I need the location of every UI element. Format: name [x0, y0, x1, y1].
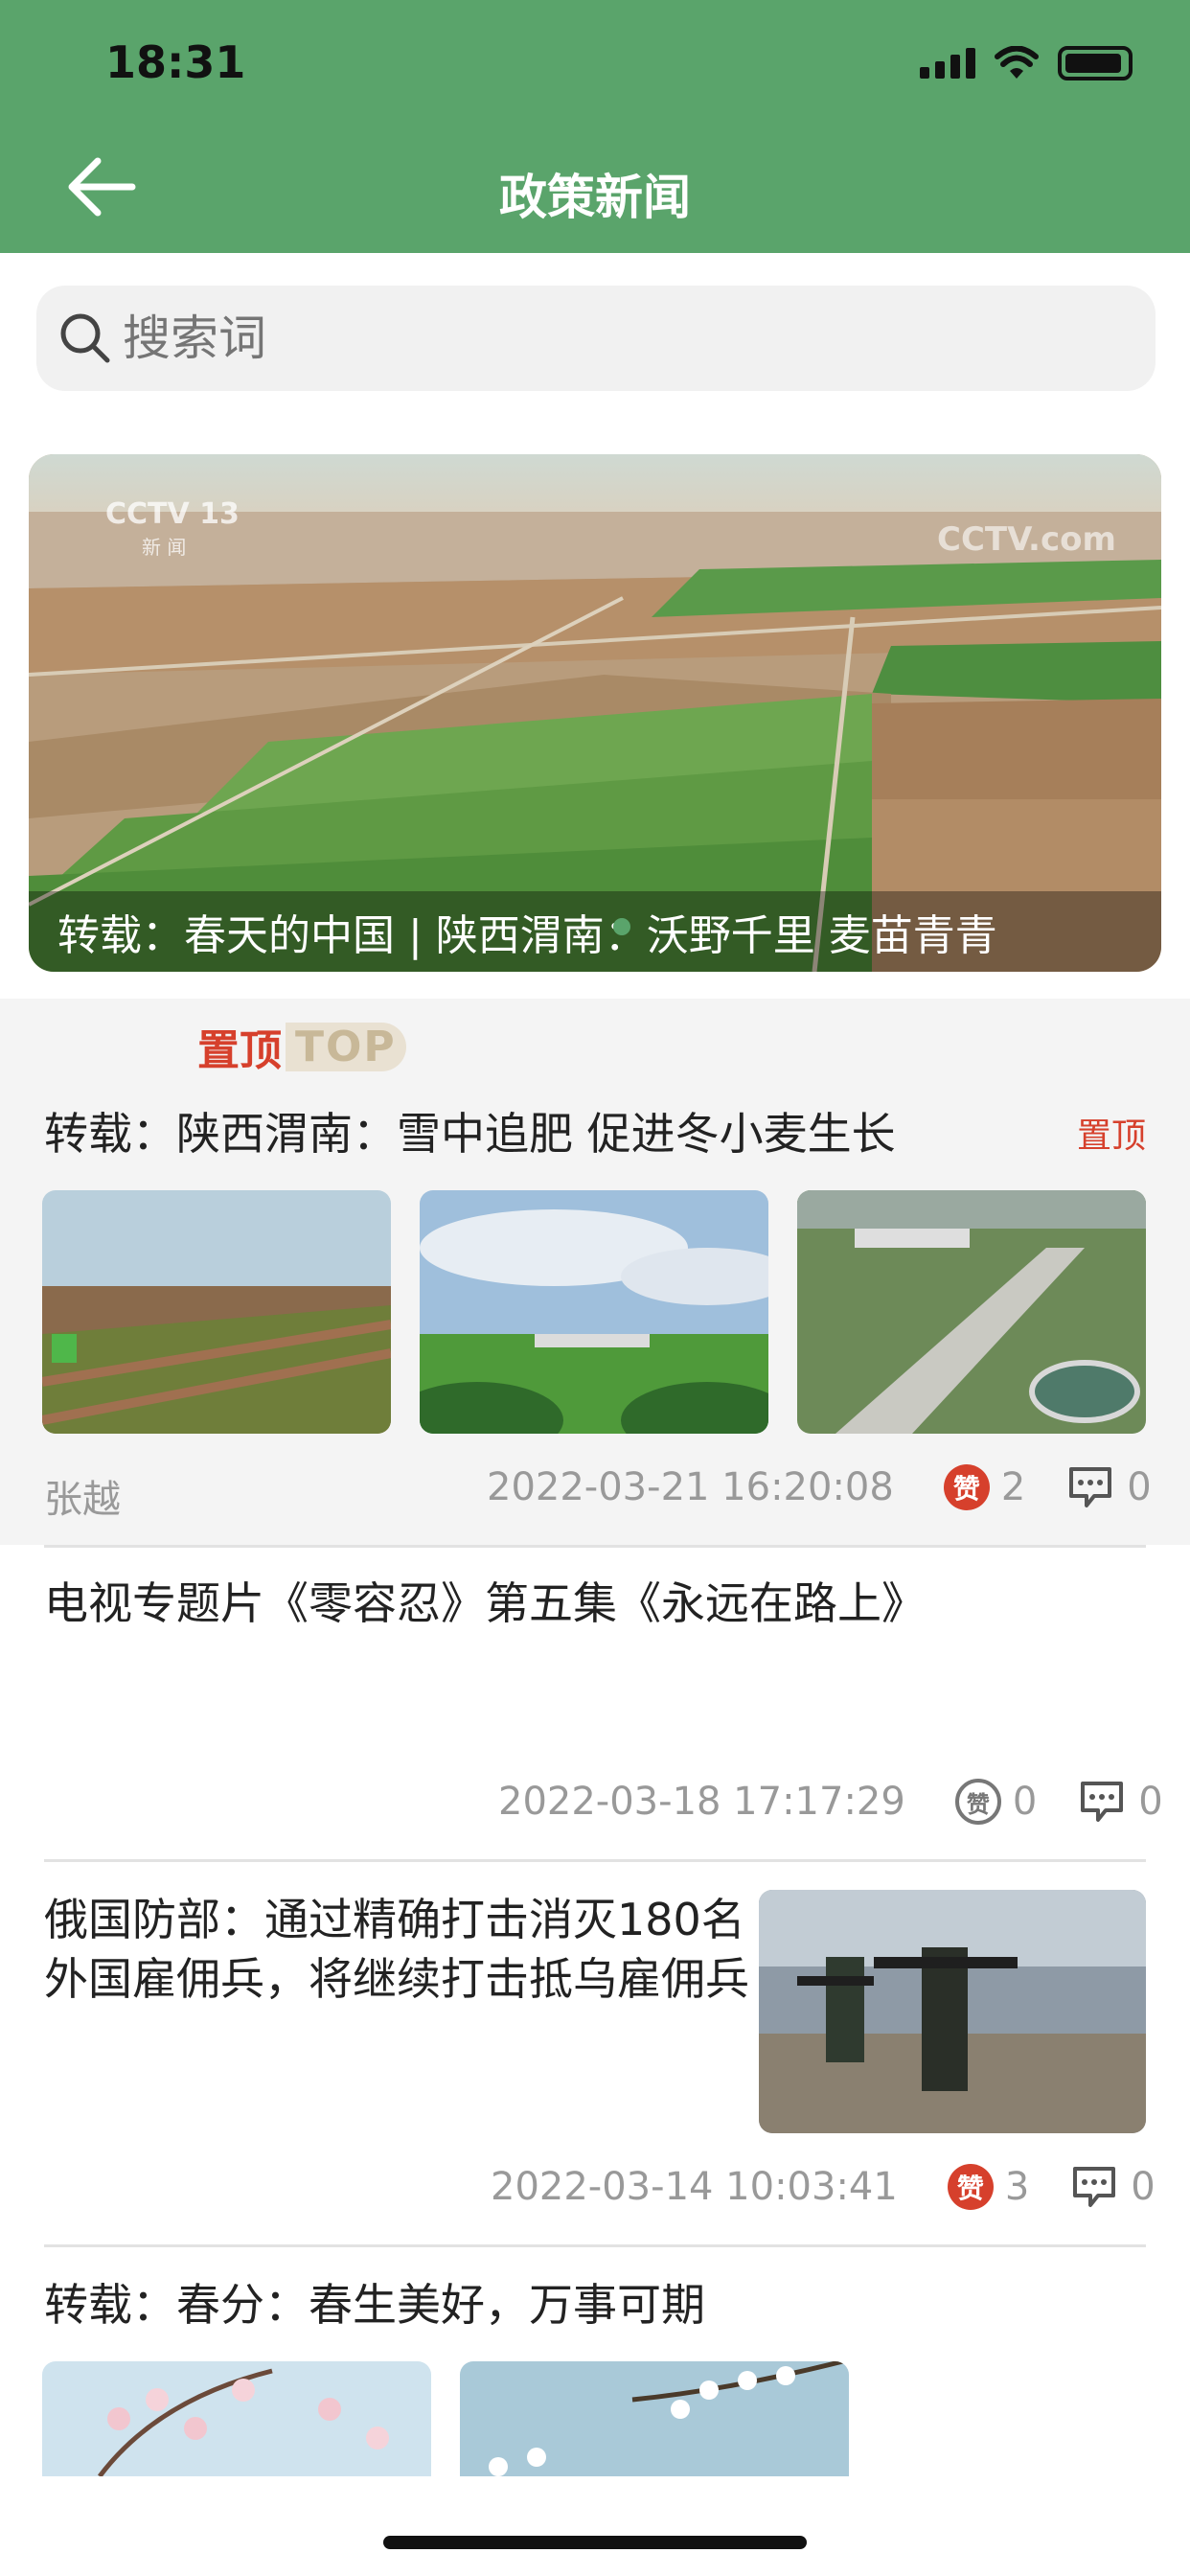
article-title[interactable]: 电视专题片《零容忍》第五集《永远在路上》	[44, 1574, 926, 1633]
status-icons	[920, 46, 1133, 80]
pinned-tag: 置顶	[1076, 1116, 1146, 1156]
carousel-indicator-dot	[613, 918, 630, 935]
thumbnail-image	[420, 1190, 768, 1434]
comment-icon[interactable]	[1079, 1780, 1125, 1824]
thumbnail-image	[42, 2361, 431, 2476]
like-count: 2	[1000, 1465, 1026, 1509]
article-thumbnails	[42, 1190, 1146, 1434]
watermark-left-sub: 新 闻	[142, 536, 186, 559]
article-title[interactable]: 转载：陕西渭南：雪中追肥 促进冬小麦生长	[44, 1104, 896, 1163]
search-input[interactable]	[123, 310, 985, 366]
status-time: 18:31	[105, 36, 246, 88]
comment-icon[interactable]	[1071, 2165, 1117, 2209]
like-icon[interactable]: 赞	[954, 1779, 1001, 1825]
article-meta: 2022-03-18 17:17:29 赞 0 0	[498, 1779, 1163, 1825]
article-datetime: 2022-03-14 10:03:41	[491, 2165, 898, 2209]
article-author: 张越	[44, 1478, 121, 1522]
page-title: 政策新闻	[499, 170, 691, 225]
search-icon	[60, 313, 110, 363]
comment-count: 0	[1131, 2165, 1156, 2209]
pinned-top-logo: 置顶 TOP	[197, 1016, 406, 1077]
comment-count: 0	[1127, 1465, 1152, 1509]
divider	[44, 1859, 1146, 1862]
thumbnail-image	[460, 2361, 849, 2476]
like-icon[interactable]: 赞	[947, 2164, 994, 2210]
home-indicator[interactable]	[383, 2536, 807, 2549]
search-bar[interactable]	[36, 286, 1156, 391]
comment-count: 0	[1138, 1780, 1163, 1824]
thumbnail-image	[42, 1190, 391, 1434]
watermark-left: CCTV 13	[105, 497, 240, 531]
article-thumbnails	[42, 2361, 849, 2476]
banner-caption: 转载：春天的中国 | 陕西渭南：沃野千里 麦苗青青	[29, 891, 1161, 972]
like-count: 0	[1012, 1780, 1038, 1824]
article-datetime: 2022-03-18 17:17:29	[498, 1780, 905, 1824]
article-title[interactable]: 转载：春分：春生美好，万事可期	[44, 2275, 705, 2334]
watermark-right: CCTV.com	[937, 520, 1116, 559]
comment-icon[interactable]	[1067, 1465, 1113, 1509]
divider	[44, 2244, 1146, 2247]
article-title[interactable]: 俄国防部：通过精确打击消灭180名外国雇佣兵，将继续打击抵乌雇佣兵	[44, 1890, 753, 2009]
article-datetime: 2022-03-21 16:20:08	[487, 1465, 894, 1509]
like-icon[interactable]: 赞	[943, 1464, 990, 1510]
divider	[44, 1545, 1146, 1548]
app-header: 18:31 政策新闻	[0, 0, 1190, 253]
article-meta: 2022-03-21 16:20:08 赞 2 0	[487, 1464, 1152, 1510]
wifi-icon	[995, 46, 1039, 79]
battery-icon	[1058, 46, 1133, 80]
article-meta: 2022-03-14 10:03:41 赞 3 0	[491, 2164, 1156, 2210]
cellular-signal-icon	[920, 48, 975, 79]
banner-carousel[interactable]: CCTV 13 新 闻 CCTV.com 转载：春天的中国 | 陕西渭南：沃野千…	[29, 454, 1161, 972]
like-count: 3	[1004, 2165, 1030, 2209]
pinned-article[interactable]: 置顶 TOP 转载：陕西渭南：雪中追肥 促进冬小麦生长 置顶 张越 2022-0…	[0, 999, 1190, 1545]
thumbnail-image	[797, 1190, 1146, 1434]
article-image	[759, 1890, 1146, 2133]
